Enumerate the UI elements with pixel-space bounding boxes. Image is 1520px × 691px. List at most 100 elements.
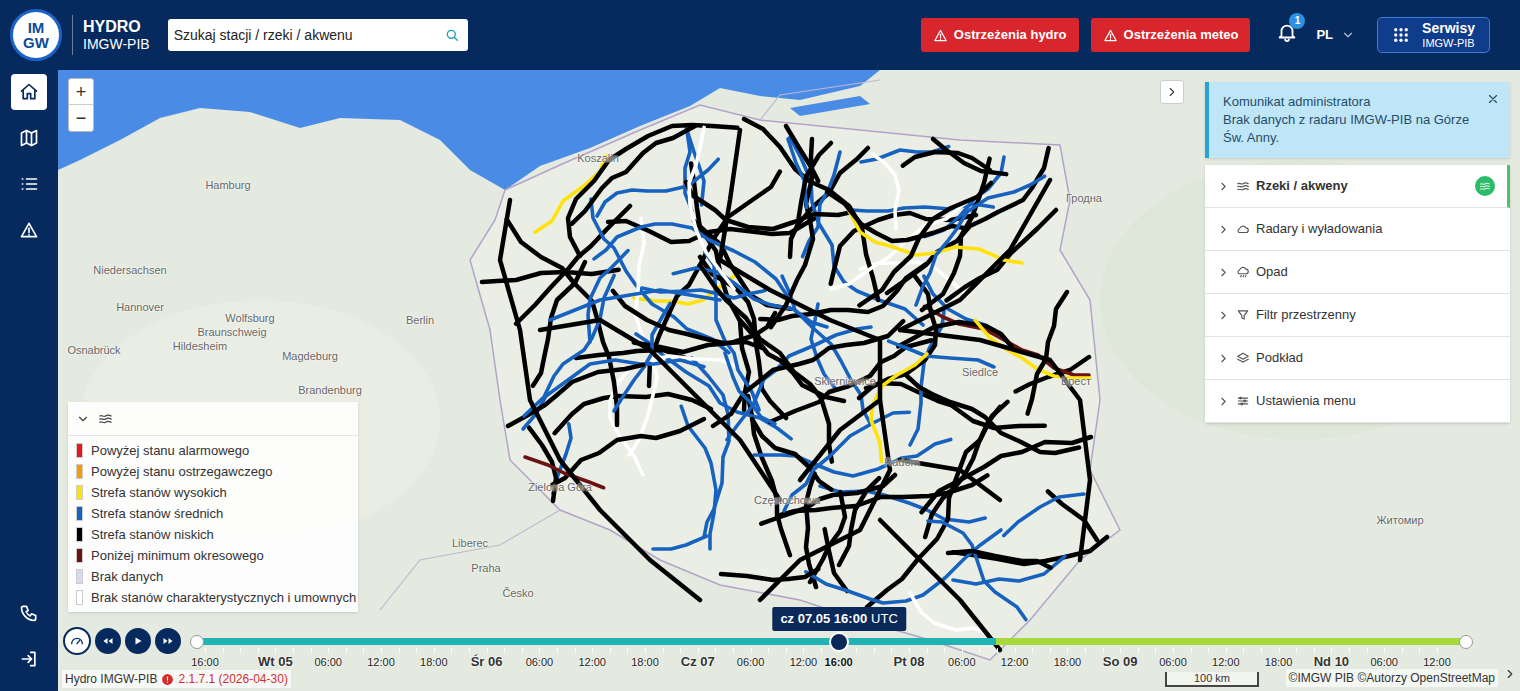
app-title: HYDROIMGW-PIB [83,18,150,52]
collapse-button[interactable] [1160,80,1184,104]
warning-button[interactable]: Ostrzeżenia meteo [1091,18,1251,52]
sidebar-item[interactable] [11,120,47,156]
river [720,130,890,600]
language-label: PL [1316,25,1333,45]
minor-tick [522,648,523,653]
map[interactable]: HamburgHannoverBerlinMagdeburgWolfsburgB… [58,70,1520,691]
tick-label: 06:00 [526,655,554,669]
minor-tick [363,648,364,653]
tick-label: 12:00 [367,655,395,669]
legend-swatch [76,485,83,500]
notifications[interactable]: 1 [1276,21,1298,50]
map-label: Česko [502,585,533,602]
tick-label: 12:00 [1001,655,1029,669]
river [725,353,775,424]
timeline-handle[interactable] [829,632,849,652]
chevron-right-icon [1503,667,1517,681]
map-label: Radom [884,454,919,471]
panel-item[interactable]: Podkład [1205,337,1510,380]
minor-tick [874,648,875,653]
panel-menu: Rzeki / akweny Radary i wyładowania OpadFi… [1205,165,1510,423]
poland-border [470,105,1120,660]
phone-icon [19,603,39,623]
minor-tick [891,648,892,653]
map-icon [19,128,39,148]
zoom-out-button[interactable]: − [69,105,93,131]
map-label: Житомир [1376,512,1423,529]
map-label: Zielona Góra [528,479,592,496]
panel-item[interactable]: Radary i wyładowania [1205,208,1510,251]
legend-item: Strefa stanów średnich [68,503,358,524]
tick-label: 18:00 [631,655,659,669]
minor-tick [645,648,646,653]
warning-icon [933,28,948,43]
sidebar-item[interactable] [11,74,47,110]
services-button[interactable]: SerwisyIMGW-PIB [1377,17,1490,53]
zoom-control: +− [68,78,94,132]
tick-label: Śr 06 [471,655,503,669]
minor-tick [1331,648,1332,653]
minor-tick [328,648,329,653]
version-info: Hydro IMGW-PIB2.1.7.1 (2026-04-30) [62,670,291,688]
river [568,125,737,256]
minor-tick [997,648,998,653]
river-icon [1236,179,1250,193]
panel-item-label: Radary i wyładowania [1256,219,1382,239]
side-panel: Komunikat administratoraBrak danych z ra… [1205,82,1510,423]
sidebar-item[interactable] [11,595,47,631]
timeline-track[interactable]: cz 07.05 16:00UTC [197,638,1466,645]
attribution-toggle[interactable] [1503,664,1517,688]
sidebar-item[interactable] [11,641,47,677]
zoom-in-button[interactable]: + [69,79,93,105]
river [900,180,1050,330]
language-select[interactable]: PL [1316,25,1355,45]
logo[interactable]: IMGW [10,9,62,61]
map-label: Hildesheim [173,338,227,355]
tick-label: 12:00 [578,655,606,669]
warning-label: Ostrzeżenia meteo [1124,25,1239,45]
sidebar-item[interactable] [11,166,47,202]
legend-swatch [76,590,83,605]
minor-tick [1314,648,1315,653]
minor-tick [821,648,822,653]
minor-tick [592,648,593,653]
observed-fill [197,638,996,645]
minor-tick [786,648,787,653]
river [947,210,1056,300]
panel-item[interactable]: Rzeki / akweny [1205,165,1510,208]
legend-list: Powyżej stanu alarmowegoPowyżej stanu os… [68,436,358,612]
services-text: SerwisyIMGW-PIB [1422,21,1475,48]
search-input[interactable] [174,25,444,46]
legend-label: Brak stanów charakterystycznych i umowny… [91,588,356,608]
minor-tick [1138,648,1139,653]
grid-icon [1392,26,1410,44]
minor-tick [1296,648,1297,653]
river [1028,292,1067,414]
warning-button[interactable]: Ostrzeżenia hydro [921,18,1079,52]
river [700,265,832,462]
rewind-icon [102,635,114,647]
chevron-right-icon [1217,395,1230,408]
forward-button[interactable] [155,628,181,654]
minor-tick [1173,648,1174,653]
close-button[interactable] [1486,92,1500,111]
river [933,139,1006,174]
chevron-right-icon [1165,85,1179,99]
map-label: Niedersachsen [93,262,166,279]
gauge-icon [69,633,85,649]
panel-item[interactable]: Ustawienia menu [1205,380,1510,423]
panel-item[interactable]: Filtr przestrzenny [1205,294,1510,337]
panel-item[interactable]: Opad [1205,251,1510,294]
minor-tick [575,648,576,653]
play-button[interactable] [125,628,151,654]
tick-label: 06:00 [314,655,342,669]
rewind-button[interactable] [95,628,121,654]
minor-tick [416,648,417,653]
minor-tick [768,648,769,653]
legend-swatch [76,443,83,458]
sidebar-item[interactable] [11,212,47,248]
minor-tick [223,648,224,653]
legend-header[interactable] [68,402,358,436]
minor-tick [979,648,980,653]
speed-button[interactable] [63,627,91,655]
